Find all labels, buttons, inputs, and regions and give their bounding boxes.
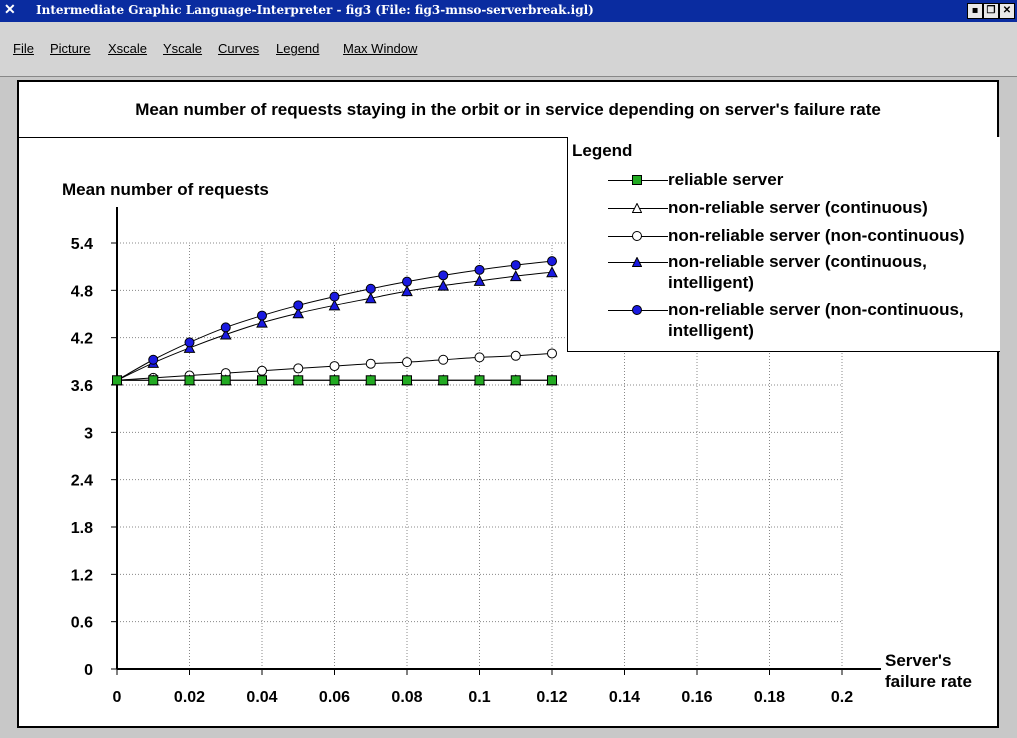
chart-frame: Mean number of requests staying in the o… <box>17 80 1000 728</box>
data-point-circle <box>293 300 304 311</box>
x-tick-label: 0.02 <box>174 689 205 706</box>
y-tick-label: 0 <box>84 662 93 679</box>
menu-max-window[interactable]: Max Window <box>343 41 417 56</box>
x-tick-label: 0.18 <box>754 689 785 706</box>
legend-label: non-reliable server (continuous, intelli… <box>668 252 927 292</box>
data-point-square <box>148 375 159 386</box>
data-point-circle <box>257 310 267 321</box>
legend-label: non-reliable server (continuous) <box>668 198 928 217</box>
triangle-open-marker-icon <box>632 203 642 213</box>
data-point-circle <box>148 354 159 365</box>
x-tick-label: 0.12 <box>536 689 567 706</box>
data-point-circle <box>365 283 376 294</box>
data-point-square <box>257 375 267 386</box>
x-tick-label: 0.04 <box>246 689 277 706</box>
triangle-filled-marker-icon <box>632 257 642 267</box>
data-point-circle <box>438 354 449 365</box>
menu-file[interactable]: File <box>13 41 34 56</box>
menu-yscale[interactable]: Yscale <box>163 41 202 56</box>
data-point-square <box>329 375 340 386</box>
y-tick-label: 4.8 <box>71 283 93 300</box>
menu-bar: File Picture Xscale Yscale Curves Legend… <box>0 22 1017 77</box>
y-tick-label: 3.6 <box>71 378 93 395</box>
legend-entry-continuous-intelligent: non-reliable server (continuous, intelli… <box>608 251 998 295</box>
data-point-square <box>510 375 521 386</box>
menu-curves[interactable]: Curves <box>218 41 259 56</box>
data-point-circle <box>438 270 449 281</box>
data-point-circle <box>329 291 340 302</box>
data-point-square <box>438 375 449 386</box>
data-point-square <box>474 375 485 386</box>
data-point-circle <box>257 365 267 376</box>
data-point-circle <box>474 264 485 275</box>
data-point-circle <box>184 337 195 348</box>
data-point-square <box>293 375 304 386</box>
x-tick-label: 0.16 <box>681 689 712 706</box>
square-marker-icon <box>632 175 642 185</box>
data-point-circle <box>547 348 557 359</box>
circle-filled-marker-icon <box>632 305 642 315</box>
window-titlebar[interactable]: ✕ Intermediate Graphic Language-Interpre… <box>0 0 1017 22</box>
data-point-circle <box>474 352 485 363</box>
circle-open-marker-icon <box>632 231 642 241</box>
data-point-square <box>402 375 412 386</box>
menu-picture[interactable]: Picture <box>50 41 90 56</box>
legend-title: Legend <box>572 141 633 160</box>
x-tick-label: 0.1 <box>468 689 490 706</box>
data-point-circle <box>402 357 412 368</box>
data-point-circle <box>510 260 521 271</box>
y-tick-label: 1.2 <box>71 567 93 584</box>
data-point-circle <box>547 256 557 267</box>
data-point-circle <box>402 276 412 287</box>
data-point-square <box>184 375 195 386</box>
x-axis-label-line2: failure rate <box>885 672 972 691</box>
y-tick-label: 4.2 <box>71 331 93 348</box>
close-button[interactable]: ✕ <box>999 3 1015 19</box>
legend-entry-reliable: reliable server <box>608 169 998 191</box>
data-point-circle <box>220 322 231 333</box>
restore-button[interactable]: ❐ <box>983 3 999 19</box>
minimize-button[interactable]: ▪ <box>967 3 983 19</box>
legend-entry-non-continuous: non-reliable server (non-continuous) <box>608 225 998 247</box>
y-tick-label: 3 <box>84 425 93 442</box>
x-axis-label-line1: Server's <box>885 651 951 670</box>
legend-entry-continuous: non-reliable server (continuous) <box>608 197 998 219</box>
window-title: Intermediate Graphic Language-Interprete… <box>36 3 594 17</box>
window-bottom-border <box>0 730 1017 738</box>
series-0 <box>112 375 557 386</box>
legend-label: non-reliable server (non-continuous, int… <box>668 300 964 340</box>
x-tick-label: 0.08 <box>391 689 422 706</box>
x-tick-label: 0.2 <box>831 689 853 706</box>
legend-label: reliable server <box>668 170 784 189</box>
data-point-circle <box>329 361 340 372</box>
legend-entry-non-continuous-intelligent: non-reliable server (non-continuous, int… <box>608 299 998 343</box>
y-axis-label: Mean number of requests <box>62 180 269 199</box>
y-tick-label: 0.6 <box>71 615 93 632</box>
data-point-circle <box>293 363 304 374</box>
x-tick-label: 0.06 <box>319 689 350 706</box>
legend-box[interactable]: Legend reliable server non-reliable serv… <box>567 137 1000 352</box>
x-tick-label: 0 <box>113 689 122 706</box>
y-tick-label: 5.4 <box>71 236 93 253</box>
x-logo-icon[interactable]: ✕ <box>4 2 20 18</box>
data-point-square <box>220 375 231 386</box>
y-tick-label: 1.8 <box>71 520 93 537</box>
y-tick-label: 2.4 <box>71 473 93 490</box>
data-point-triangle <box>546 266 558 278</box>
menu-xscale[interactable]: Xscale <box>108 41 147 56</box>
data-point-square <box>365 375 376 386</box>
data-point-circle <box>365 358 376 369</box>
data-point-square <box>547 375 557 386</box>
legend-label: non-reliable server (non-continuous) <box>668 226 965 245</box>
data-point-square <box>112 375 122 386</box>
x-tick-label: 0.14 <box>609 689 640 706</box>
menu-legend[interactable]: Legend <box>276 41 319 56</box>
data-point-circle <box>510 350 521 361</box>
